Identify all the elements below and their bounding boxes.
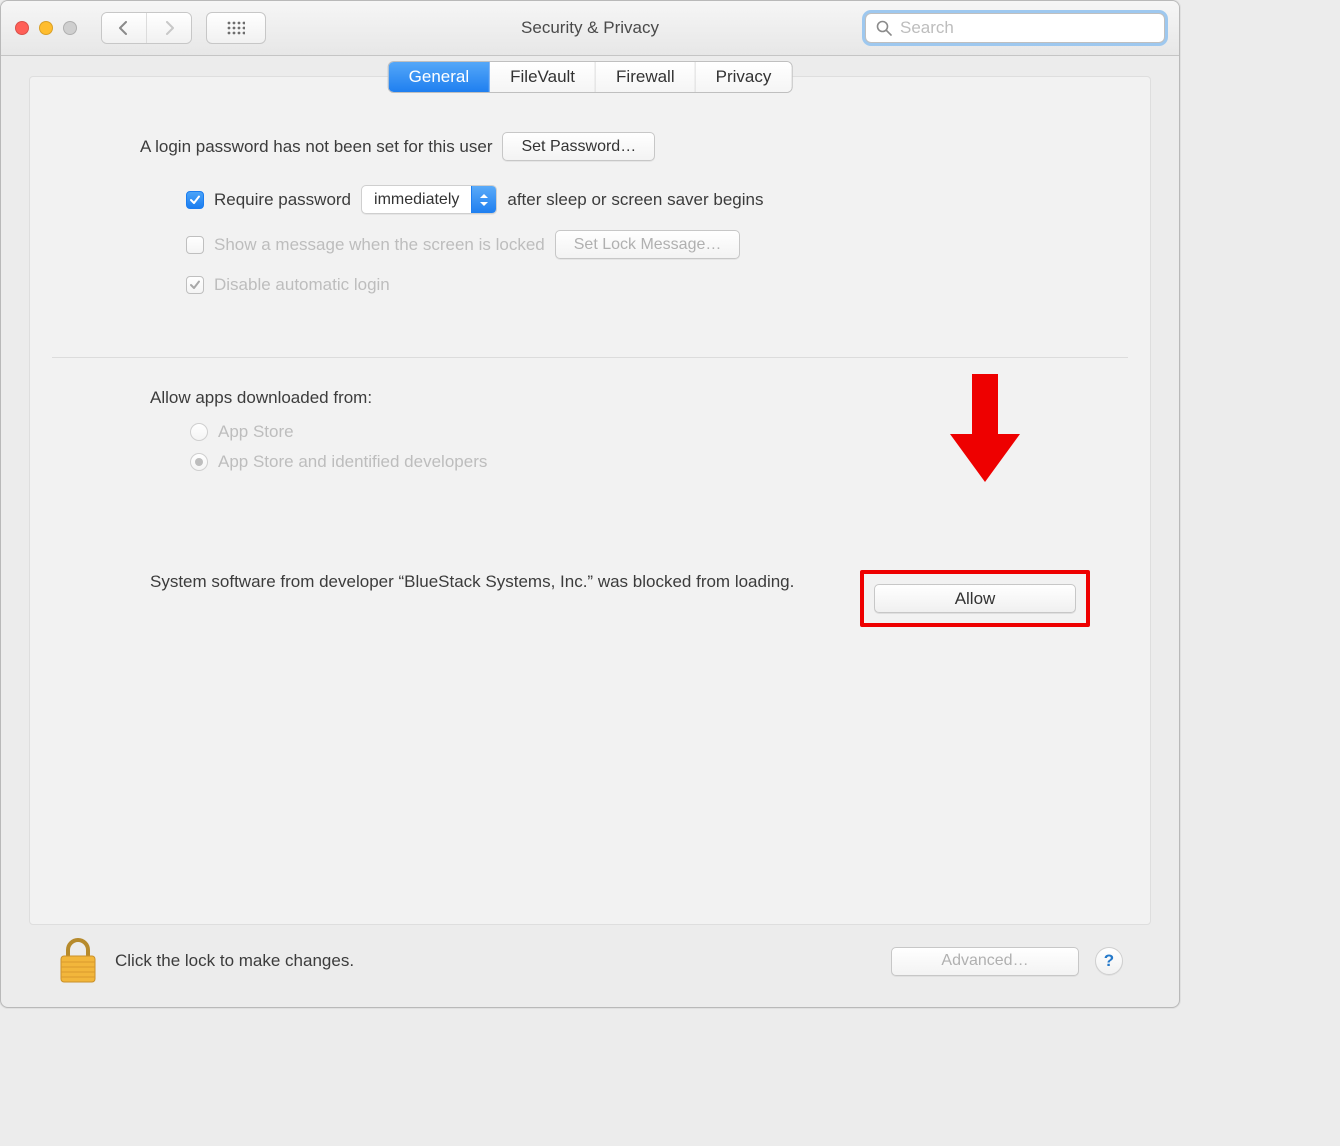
set-lock-message-button: Set Lock Message… <box>555 230 741 259</box>
allow-heading: Allow apps downloaded from: <box>150 388 1050 408</box>
search-placeholder: Search <box>900 18 954 38</box>
prefs-window: Security & Privacy Search General FileVa… <box>0 0 1180 1008</box>
chevron-left-icon <box>118 21 130 35</box>
require-password-label: Require password <box>214 190 351 210</box>
require-password-suffix: after sleep or screen saver begins <box>507 190 763 210</box>
blocked-message: System software from developer “BlueStac… <box>150 570 794 595</box>
advanced-button[interactable]: Advanced… <box>891 947 1079 976</box>
titlebar: Security & Privacy Search <box>1 1 1179 56</box>
forward-button[interactable] <box>146 13 191 43</box>
radio-identified-label: App Store and identified developers <box>218 452 487 472</box>
allow-highlight: Allow <box>860 570 1090 627</box>
row-login-password: A login password has not been set for th… <box>140 132 1050 161</box>
inner: A login password has not been set for th… <box>30 77 1150 321</box>
help-button[interactable]: ? <box>1095 947 1123 975</box>
search-field[interactable]: Search <box>865 13 1165 43</box>
tab-general[interactable]: General <box>389 62 490 92</box>
nav-group <box>101 12 192 44</box>
annotation-arrow <box>950 374 1020 484</box>
minimize-button[interactable] <box>39 21 53 35</box>
allow-button[interactable]: Allow <box>874 584 1076 613</box>
radio-identified-row: App Store and identified developers <box>190 452 1050 472</box>
chevron-right-icon <box>163 21 175 35</box>
require-password-checkbox[interactable] <box>186 191 204 209</box>
blocked-area: System software from developer “BlueStac… <box>30 482 1150 627</box>
check-icon <box>189 194 201 206</box>
require-delay-popup[interactable]: immediately <box>361 185 497 214</box>
panel: General FileVault Firewall Privacy A log… <box>29 76 1151 925</box>
row-show-message: Show a message when the screen is locked… <box>186 230 1050 259</box>
footer: Click the lock to make changes. Advanced… <box>29 925 1151 997</box>
tab-filevault[interactable]: FileVault <box>490 62 596 92</box>
radio-appstore <box>190 423 208 441</box>
check-icon <box>189 279 201 291</box>
lock-message: Click the lock to make changes. <box>115 951 354 971</box>
row-disable-auto-login: Disable automatic login <box>186 275 1050 295</box>
row-require-password: Require password immediately after sleep… <box>186 185 1050 214</box>
disable-auto-login-checkbox <box>186 276 204 294</box>
back-button[interactable] <box>102 13 146 43</box>
search-icon <box>876 20 892 36</box>
disable-auto-login-label: Disable automatic login <box>214 275 390 295</box>
require-delay-value: immediately <box>362 191 471 209</box>
tab-firewall[interactable]: Firewall <box>596 62 696 92</box>
traffic-lights <box>15 21 77 35</box>
down-arrow-icon <box>950 374 1020 484</box>
lock-icon[interactable] <box>57 936 99 986</box>
radio-appstore-label: App Store <box>218 422 294 442</box>
close-button[interactable] <box>15 21 29 35</box>
show-all-button[interactable] <box>206 12 266 44</box>
popup-arrows <box>471 186 496 213</box>
tab-privacy[interactable]: Privacy <box>696 62 792 92</box>
set-password-button[interactable]: Set Password… <box>502 132 655 161</box>
content: General FileVault Firewall Privacy A log… <box>1 56 1179 1007</box>
updown-icon <box>479 193 489 207</box>
login-password-label: A login password has not been set for th… <box>140 137 492 157</box>
show-message-label: Show a message when the screen is locked <box>214 235 545 255</box>
show-message-checkbox[interactable] <box>186 236 204 254</box>
zoom-button <box>63 21 77 35</box>
tab-bar: General FileVault Firewall Privacy <box>388 61 793 93</box>
grid-icon <box>227 21 245 35</box>
radio-appstore-row: App Store <box>190 422 1050 442</box>
radio-identified <box>190 453 208 471</box>
divider <box>52 357 1128 358</box>
indent-block: Require password immediately after sleep… <box>186 185 1050 301</box>
